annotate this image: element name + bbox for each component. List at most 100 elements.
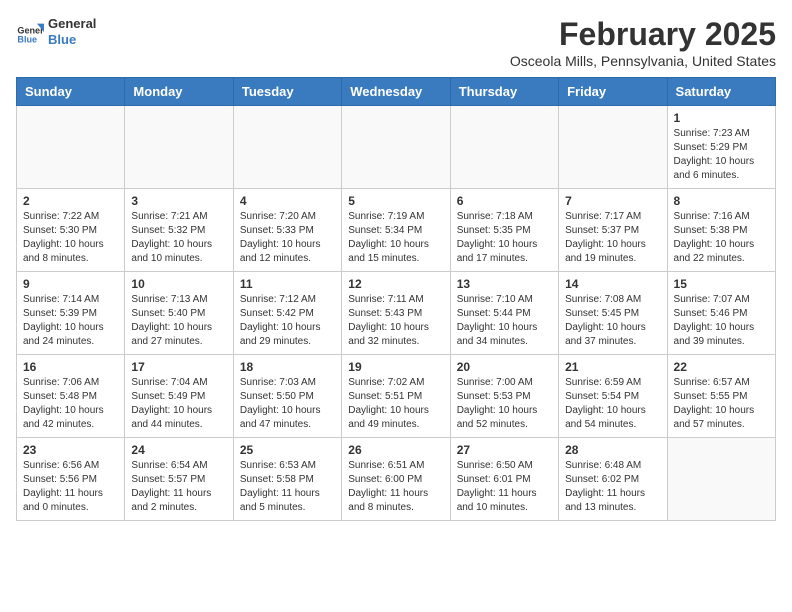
calendar-cell xyxy=(667,438,775,521)
day-info: Sunrise: 6:59 AM Sunset: 5:54 PM Dayligh… xyxy=(565,376,660,432)
calendar-cell: 9 Sunrise: 7:14 AM Sunset: 5:39 PM Daylig… xyxy=(17,272,125,355)
day-info: Sunrise: 7:16 AM Sunset: 5:38 PM Dayligh… xyxy=(674,210,769,266)
day-number: 17 xyxy=(131,360,226,374)
weekday-header-monday: Monday xyxy=(125,78,233,106)
day-info: Sunrise: 7:04 AM Sunset: 5:49 PM Dayligh… xyxy=(131,376,226,432)
calendar-cell: 20 Sunrise: 7:00 AM Sunset: 5:53 PM Dayli… xyxy=(450,355,558,438)
weekday-header-sunday: Sunday xyxy=(17,78,125,106)
calendar-week-row: 23Sunrise: 6:56 AM Sunset: 5:56 PM Dayli… xyxy=(17,438,776,521)
logo: General Blue General Blue xyxy=(16,16,96,47)
day-number: 22 xyxy=(674,360,769,374)
day-number: 13 xyxy=(457,277,552,291)
calendar-cell: 2 Sunrise: 7:22 AM Sunset: 5:30 PM Daylig… xyxy=(17,189,125,272)
day-info: Sunrise: 7:06 AM Sunset: 5:48 PM Dayligh… xyxy=(23,376,118,432)
calendar-table: SundayMondayTuesdayWednesdayThursdayFrid… xyxy=(16,77,776,521)
day-info: Sunrise: 6:56 AM Sunset: 5:56 PM Dayligh… xyxy=(23,459,118,515)
day-number: 7 xyxy=(565,194,660,208)
day-number: 21 xyxy=(565,360,660,374)
day-number: 1 xyxy=(674,111,769,125)
day-number: 8 xyxy=(674,194,769,208)
day-number: 5 xyxy=(348,194,443,208)
day-info: Sunrise: 7:22 AM Sunset: 5:30 PM Dayligh… xyxy=(23,210,118,266)
calendar-cell: 16 Sunrise: 7:06 AM Sunset: 5:48 PM Dayli… xyxy=(17,355,125,438)
calendar-cell: 3 Sunrise: 7:21 AM Sunset: 5:32 PM Daylig… xyxy=(125,189,233,272)
calendar-cell: 21 Sunrise: 6:59 AM Sunset: 5:54 PM Dayli… xyxy=(559,355,667,438)
calendar-cell xyxy=(17,106,125,189)
day-number: 25 xyxy=(240,443,335,457)
day-info: Sunrise: 6:53 AM Sunset: 5:58 PM Dayligh… xyxy=(240,459,335,515)
svg-text:Blue: Blue xyxy=(17,34,37,44)
day-info: Sunrise: 7:07 AM Sunset: 5:46 PM Dayligh… xyxy=(674,293,769,349)
calendar-cell: 10 Sunrise: 7:13 AM Sunset: 5:40 PM Dayli… xyxy=(125,272,233,355)
day-number: 20 xyxy=(457,360,552,374)
day-number: 4 xyxy=(240,194,335,208)
day-number: 16 xyxy=(23,360,118,374)
calendar-cell: 15 Sunrise: 7:07 AM Sunset: 5:46 PM Dayli… xyxy=(667,272,775,355)
location-subtitle: Osceola Mills, Pennsylvania, United Stat… xyxy=(510,53,776,69)
day-info: Sunrise: 7:20 AM Sunset: 5:33 PM Dayligh… xyxy=(240,210,335,266)
calendar-cell: 17 Sunrise: 7:04 AM Sunset: 5:49 PM Dayli… xyxy=(125,355,233,438)
day-number: 18 xyxy=(240,360,335,374)
day-number: 26 xyxy=(348,443,443,457)
day-info: Sunrise: 7:19 AM Sunset: 5:34 PM Dayligh… xyxy=(348,210,443,266)
day-info: Sunrise: 7:18 AM Sunset: 5:35 PM Dayligh… xyxy=(457,210,552,266)
calendar-cell xyxy=(450,106,558,189)
day-info: Sunrise: 7:03 AM Sunset: 5:50 PM Dayligh… xyxy=(240,376,335,432)
weekday-header-saturday: Saturday xyxy=(667,78,775,106)
day-info: Sunrise: 7:13 AM Sunset: 5:40 PM Dayligh… xyxy=(131,293,226,349)
day-number: 12 xyxy=(348,277,443,291)
day-info: Sunrise: 6:50 AM Sunset: 6:01 PM Dayligh… xyxy=(457,459,552,515)
calendar-cell: 26Sunrise: 6:51 AM Sunset: 6:00 PM Dayli… xyxy=(342,438,450,521)
calendar-header-row: SundayMondayTuesdayWednesdayThursdayFrid… xyxy=(17,78,776,106)
calendar-cell xyxy=(559,106,667,189)
calendar-cell: 5 Sunrise: 7:19 AM Sunset: 5:34 PM Daylig… xyxy=(342,189,450,272)
day-info: Sunrise: 6:57 AM Sunset: 5:55 PM Dayligh… xyxy=(674,376,769,432)
calendar-cell: 22 Sunrise: 6:57 AM Sunset: 5:55 PM Dayli… xyxy=(667,355,775,438)
calendar-cell: 7 Sunrise: 7:17 AM Sunset: 5:37 PM Daylig… xyxy=(559,189,667,272)
month-title: February 2025 xyxy=(510,16,776,53)
day-number: 24 xyxy=(131,443,226,457)
day-info: Sunrise: 7:14 AM Sunset: 5:39 PM Dayligh… xyxy=(23,293,118,349)
day-number: 11 xyxy=(240,277,335,291)
calendar-cell: 13 Sunrise: 7:10 AM Sunset: 5:44 PM Dayli… xyxy=(450,272,558,355)
calendar-cell: 18 Sunrise: 7:03 AM Sunset: 5:50 PM Dayli… xyxy=(233,355,341,438)
day-info: Sunrise: 6:48 AM Sunset: 6:02 PM Dayligh… xyxy=(565,459,660,515)
day-number: 9 xyxy=(23,277,118,291)
calendar-cell xyxy=(125,106,233,189)
logo-icon: General Blue xyxy=(16,18,44,46)
calendar-week-row: 16 Sunrise: 7:06 AM Sunset: 5:48 PM Dayli… xyxy=(17,355,776,438)
day-info: Sunrise: 7:17 AM Sunset: 5:37 PM Dayligh… xyxy=(565,210,660,266)
day-info: Sunrise: 7:11 AM Sunset: 5:43 PM Dayligh… xyxy=(348,293,443,349)
day-info: Sunrise: 7:21 AM Sunset: 5:32 PM Dayligh… xyxy=(131,210,226,266)
weekday-header-thursday: Thursday xyxy=(450,78,558,106)
day-number: 15 xyxy=(674,277,769,291)
day-info: Sunrise: 7:23 AM Sunset: 5:29 PM Dayligh… xyxy=(674,127,769,183)
day-info: Sunrise: 7:12 AM Sunset: 5:42 PM Dayligh… xyxy=(240,293,335,349)
calendar-cell: 28Sunrise: 6:48 AM Sunset: 6:02 PM Dayli… xyxy=(559,438,667,521)
day-number: 27 xyxy=(457,443,552,457)
title-block: February 2025 Osceola Mills, Pennsylvani… xyxy=(510,16,776,69)
calendar-cell: 14Sunrise: 7:08 AM Sunset: 5:45 PM Dayli… xyxy=(559,272,667,355)
day-info: Sunrise: 7:02 AM Sunset: 5:51 PM Dayligh… xyxy=(348,376,443,432)
calendar-week-row: 1 Sunrise: 7:23 AM Sunset: 5:29 PM Daylig… xyxy=(17,106,776,189)
logo-blue: Blue xyxy=(48,32,96,48)
calendar-week-row: 9 Sunrise: 7:14 AM Sunset: 5:39 PM Daylig… xyxy=(17,272,776,355)
day-info: Sunrise: 7:10 AM Sunset: 5:44 PM Dayligh… xyxy=(457,293,552,349)
day-number: 2 xyxy=(23,194,118,208)
calendar-week-row: 2 Sunrise: 7:22 AM Sunset: 5:30 PM Daylig… xyxy=(17,189,776,272)
calendar-cell: 19Sunrise: 7:02 AM Sunset: 5:51 PM Dayli… xyxy=(342,355,450,438)
day-info: Sunrise: 6:54 AM Sunset: 5:57 PM Dayligh… xyxy=(131,459,226,515)
calendar-cell: 23Sunrise: 6:56 AM Sunset: 5:56 PM Dayli… xyxy=(17,438,125,521)
logo-general: General xyxy=(48,16,96,32)
calendar-cell xyxy=(342,106,450,189)
calendar-cell: 1 Sunrise: 7:23 AM Sunset: 5:29 PM Daylig… xyxy=(667,106,775,189)
calendar-cell: 27 Sunrise: 6:50 AM Sunset: 6:01 PM Dayli… xyxy=(450,438,558,521)
weekday-header-friday: Friday xyxy=(559,78,667,106)
calendar-cell xyxy=(233,106,341,189)
day-info: Sunrise: 7:08 AM Sunset: 5:45 PM Dayligh… xyxy=(565,293,660,349)
day-info: Sunrise: 7:00 AM Sunset: 5:53 PM Dayligh… xyxy=(457,376,552,432)
calendar-cell: 6Sunrise: 7:18 AM Sunset: 5:35 PM Daylig… xyxy=(450,189,558,272)
calendar-cell: 8 Sunrise: 7:16 AM Sunset: 5:38 PM Daylig… xyxy=(667,189,775,272)
day-number: 10 xyxy=(131,277,226,291)
day-number: 3 xyxy=(131,194,226,208)
